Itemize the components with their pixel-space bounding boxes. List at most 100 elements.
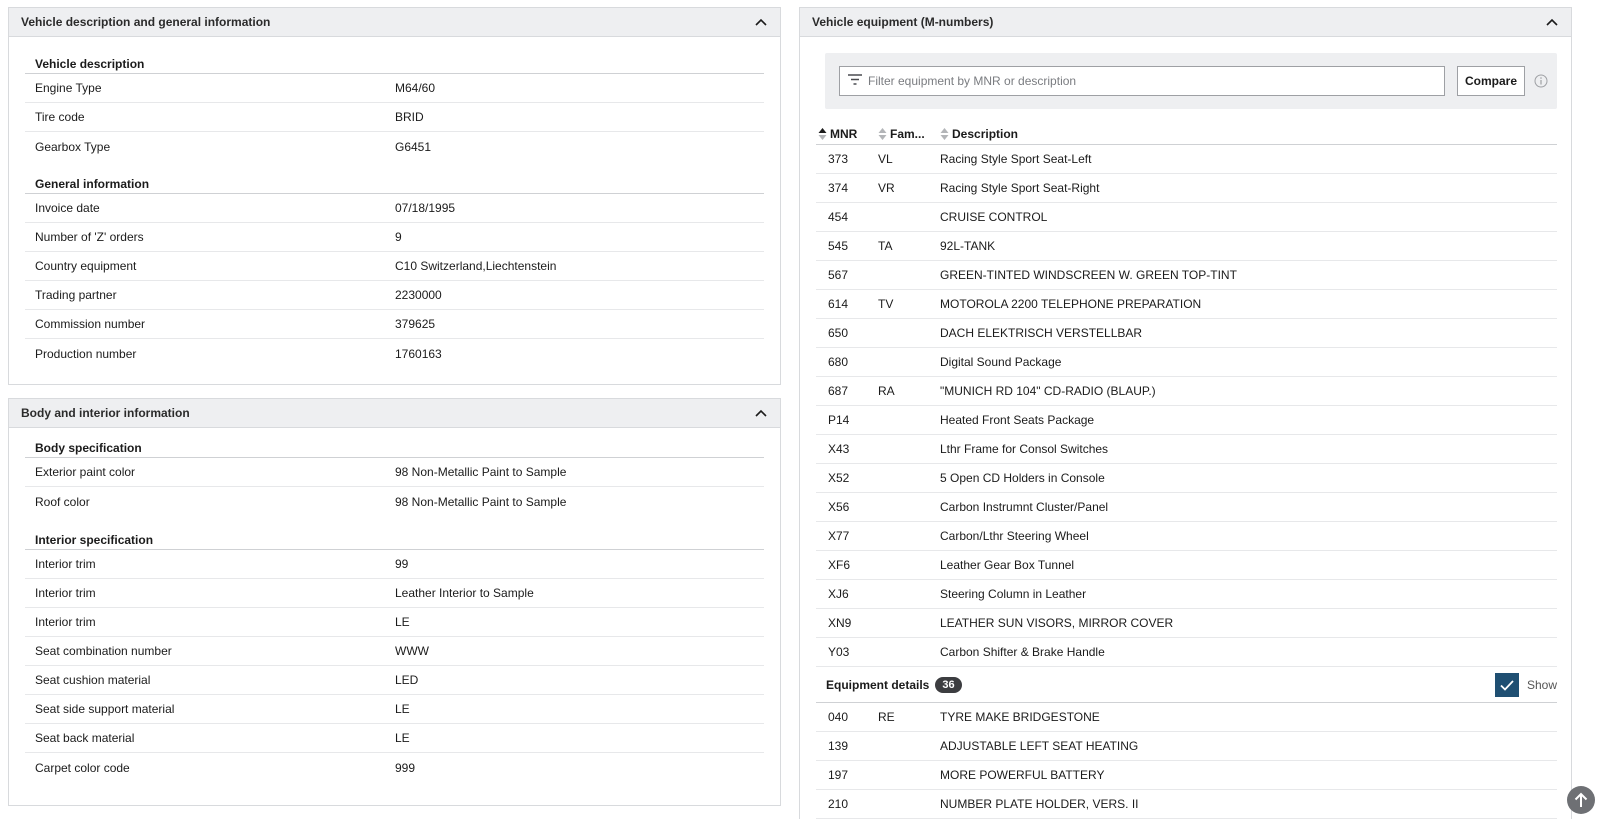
table-row: 650 DACH ELEKTRISCH VERSTELLBAR <box>816 319 1557 348</box>
info-icon[interactable] <box>1534 74 1548 88</box>
cell-mnr: 373 <box>828 152 849 166</box>
table-row: Y03 Carbon Shifter & Brake Handle <box>816 638 1557 667</box>
cell-family: VL <box>878 152 893 166</box>
cell-description: Steering Column in Leather <box>940 587 1087 601</box>
kv-label: Country equipment <box>35 259 137 273</box>
chevron-up-icon[interactable] <box>754 15 768 29</box>
cell-mnr: 210 <box>828 797 849 811</box>
cell-description: CRUISE CONTROL <box>940 210 1048 224</box>
kv-label: Seat combination number <box>35 644 172 658</box>
kv-label: Interior trim <box>35 586 96 600</box>
cell-mnr: 687 <box>828 384 849 398</box>
table-header: MNR Fam... Description <box>816 121 1557 145</box>
column-header-description[interactable]: Description <box>940 127 1557 141</box>
kv-label: Seat back material <box>35 731 135 745</box>
column-header-mnr[interactable]: MNR <box>816 127 878 141</box>
sort-icon <box>940 128 949 140</box>
cell-mnr: 614 <box>828 297 849 311</box>
kv-value: 379625 <box>395 317 436 331</box>
cell-description: NUMBER PLATE HOLDER, VERS. II <box>940 797 1139 811</box>
kv-row: Commission number 379625 <box>25 310 764 339</box>
kv-label: Gearbox Type <box>35 139 111 154</box>
kv-value: Leather Interior to Sample <box>395 586 534 600</box>
vehicle-info-header[interactable]: Vehicle description and general informat… <box>9 8 780 37</box>
cell-description: Leather Gear Box Tunnel <box>940 558 1075 572</box>
kv-value: 98 Non-Metallic Paint to Sample <box>395 465 567 479</box>
cell-mnr: X52 <box>828 471 850 485</box>
cell-mnr: Y03 <box>828 645 850 659</box>
kv-row: Tire code BRID <box>25 103 764 132</box>
section-title: General information <box>25 170 764 194</box>
cell-description: Carbon Shifter & Brake Handle <box>940 645 1105 659</box>
cell-family: TA <box>878 239 893 253</box>
table-row: 687 RA "MUNICH RD 104" CD-RADIO (BLAUP.) <box>816 377 1557 406</box>
kv-value: BRID <box>395 110 424 124</box>
table-row: 545 TA 92L-TANK <box>816 232 1557 261</box>
cell-mnr: 454 <box>828 210 849 224</box>
cell-description: TYRE MAKE BRIDGESTONE <box>940 710 1100 724</box>
filter-input[interactable] <box>868 74 1428 88</box>
cell-description: MOTOROLA 2200 TELEPHONE PREPARATION <box>940 297 1202 311</box>
kv-value: G6451 <box>395 139 432 154</box>
kv-value: M64/60 <box>395 81 436 95</box>
equipment-header[interactable]: Vehicle equipment (M-numbers) <box>800 8 1571 37</box>
vehicle-info-panel: Vehicle description and general informat… <box>8 7 781 385</box>
check-icon <box>1500 679 1514 691</box>
kv-row: Invoice date 07/18/1995 <box>25 194 764 223</box>
cell-description: Heated Front Seats Package <box>940 413 1095 427</box>
table-row: X52 5 Open CD Holders in Console <box>816 464 1557 493</box>
show-checkbox[interactable] <box>1494 673 1519 697</box>
equipment-details-table: 040 RE TYRE MAKE BRIDGESTONE 139 ADJUSTABLE… <box>816 703 1557 819</box>
kv-row: Production number 1760163 <box>25 339 764 368</box>
kv-row: Country equipment C10 Switzerland,Liechte… <box>25 252 764 281</box>
scroll-to-top-button[interactable] <box>1567 786 1595 814</box>
cell-mnr: 680 <box>828 355 849 369</box>
kv-label: Invoice date <box>35 201 100 215</box>
table-row: XF6 Leather Gear Box Tunnel <box>816 551 1557 580</box>
compare-button[interactable]: Compare <box>1457 66 1525 96</box>
table-row: 567 GREEN-TINTED WINDSCREEN W. GREEN TOP-… <box>816 261 1557 290</box>
column-header-family[interactable]: Fam... <box>878 127 940 141</box>
kv-row: Trading partner 2230000 <box>25 281 764 310</box>
cell-family: RE <box>878 710 895 724</box>
kv-row: Seat cushion material LED <box>25 666 764 695</box>
kv-value: 99 <box>395 557 409 571</box>
cell-description: Carbon Instrumnt Cluster/Panel <box>940 500 1109 514</box>
cell-mnr: P14 <box>828 413 850 427</box>
kv-value: C10 Switzerland,Liechtenstein <box>395 259 557 273</box>
cell-description: 92L-TANK <box>940 239 996 253</box>
table-row: X43 Lthr Frame for Consol Switches <box>816 435 1557 464</box>
kv-row: Interior trim LE <box>25 608 764 637</box>
chevron-up-icon[interactable] <box>754 406 768 420</box>
cell-mnr: 374 <box>828 181 849 195</box>
column-header-label: MNR <box>830 127 858 141</box>
chevron-up-icon[interactable] <box>1545 15 1559 29</box>
section-title: Interior specification <box>25 526 764 550</box>
table-row: 454 CRUISE CONTROL <box>816 203 1557 232</box>
cell-mnr: 040 <box>828 710 849 724</box>
kv-row: Exterior paint color 98 Non-Metallic Pain… <box>25 458 764 487</box>
cell-description: Lthr Frame for Consol Switches <box>940 442 1109 456</box>
show-toggle[interactable]: Show <box>1494 673 1557 697</box>
kv-value: WWW <box>395 644 429 658</box>
cell-mnr: 545 <box>828 239 849 253</box>
body-interior-title: Body and interior information <box>21 406 190 420</box>
kv-row: Gearbox Type G6451 <box>25 132 764 161</box>
kv-value: 999 <box>395 760 416 775</box>
cell-description: "MUNICH RD 104" CD-RADIO (BLAUP.) <box>940 384 1156 398</box>
body-interior-header[interactable]: Body and interior information <box>9 399 780 428</box>
kv-label: Interior trim <box>35 615 96 629</box>
vehicle-info-title: Vehicle description and general informat… <box>21 15 271 29</box>
cell-mnr: 650 <box>828 326 849 340</box>
kv-value: LE <box>395 615 410 629</box>
kv-label: Interior trim <box>35 557 96 571</box>
cell-description: GREEN-TINTED WINDSCREEN W. GREEN TOP-TIN… <box>940 268 1237 282</box>
cell-family: RA <box>878 384 895 398</box>
kv-row: Seat combination number WWW <box>25 637 764 666</box>
interior-specification-section: Interior specification Interior trim 99 I… <box>25 526 764 782</box>
kv-value: LE <box>395 702 410 716</box>
cell-mnr: X43 <box>828 442 850 456</box>
vehicle-description-section: Vehicle description Engine Type M64/60 Ti… <box>25 50 764 161</box>
filter-field[interactable] <box>839 66 1445 96</box>
table-row: 197 MORE POWERFUL BATTERY <box>816 761 1557 790</box>
